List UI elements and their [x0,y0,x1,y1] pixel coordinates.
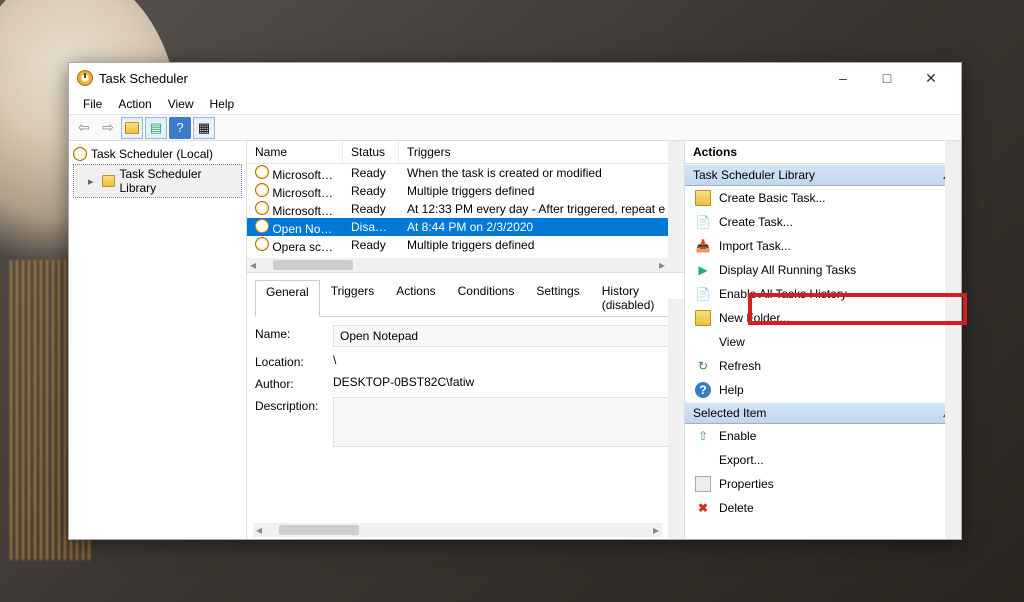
properties-toolbar-button[interactable]: ▦ [193,117,215,139]
action-view[interactable]: View▸ [685,330,961,354]
running-icon: ▶ [695,262,711,278]
menubar: File Action View Help [69,93,961,115]
menu-view[interactable]: View [160,95,202,113]
nav-back-button[interactable]: ⇦ [73,117,95,139]
col-name[interactable]: Name [247,141,343,163]
section-library[interactable]: Task Scheduler Library [685,164,961,186]
app-icon [77,70,93,86]
tab-general[interactable]: General [255,280,320,317]
location-label: Location: [255,353,325,369]
menu-file[interactable]: File [75,95,110,113]
delete-icon: ✖ [695,500,711,516]
action-delete[interactable]: ✖Delete [685,496,961,520]
help-toolbar-button[interactable]: ? [169,117,191,139]
table-row[interactable]: MicrosoftEd... Ready Multiple triggers d… [247,182,684,200]
folder-icon [102,175,116,187]
clock-icon [255,183,269,197]
tab-triggers[interactable]: Triggers [320,279,386,316]
nav-forward-button[interactable]: ⇨ [97,117,119,139]
close-button[interactable]: ✕ [909,64,953,92]
properties-icon [695,476,711,492]
refresh-icon: ↻ [695,358,711,374]
action-enable-history[interactable]: 📄Enable All Tasks History [685,282,961,306]
action-create-basic-task[interactable]: Create Basic Task... [685,186,961,210]
clock-icon [255,165,269,179]
action-new-folder[interactable]: New Folder... [685,306,961,330]
toolbar: ⇦ ⇨ ▤ ? ▦ [69,115,961,141]
blank-icon [695,334,711,350]
author-value: DESKTOP-0BST82C\fatiw [333,375,474,389]
expand-icon[interactable]: ▸ [88,175,98,188]
name-field: Open Notepad [333,325,676,347]
location-value: \ [333,353,336,367]
tab-settings[interactable]: Settings [525,279,590,316]
export-icon [695,452,711,468]
tab-history[interactable]: History (disabled) [591,279,676,316]
table-row-selected[interactable]: Open Notep... Disabled At 8:44 PM on 2/3… [247,218,684,236]
h-scrollbar[interactable]: ◂▸ [253,523,662,537]
table-row[interactable]: MicrosoftEd... Ready At 12:33 PM every d… [247,200,684,218]
action-create-task[interactable]: 📄Create Task... [685,210,961,234]
details-pane: General Triggers Actions Conditions Sett… [247,273,684,539]
author-label: Author: [255,375,325,391]
table-row[interactable]: Microsoft_H... Ready When the task is cr… [247,164,684,182]
action-properties[interactable]: Properties [685,472,961,496]
history-icon: 📄 [695,286,711,302]
actions-pane: Actions Task Scheduler Library Create Ba… [685,141,961,539]
list-header: Name Status Triggers [247,141,684,164]
action-export[interactable]: Export... [685,448,961,472]
tree-root[interactable]: Task Scheduler (Local) [73,145,242,163]
action-help[interactable]: ?Help [685,378,961,402]
description-field [333,397,676,447]
section-selected-item[interactable]: Selected Item [685,402,961,424]
tree-library-label: Task Scheduler Library [119,167,241,195]
action-import-task[interactable]: 📥Import Task... [685,234,961,258]
task-list: Name Status Triggers Microsoft_H... Read… [247,141,684,273]
menu-action[interactable]: Action [110,95,159,113]
v-scrollbar[interactable] [668,299,684,539]
action-refresh[interactable]: ↻Refresh [685,354,961,378]
v-scrollbar[interactable] [668,141,684,272]
task-scheduler-window: Task Scheduler – □ ✕ File Action View He… [68,62,962,540]
table-row[interactable]: Opera sched... Ready Multiple triggers d… [247,236,684,254]
tree-pane: Task Scheduler (Local) ▸ Task Scheduler … [69,141,247,539]
v-scrollbar[interactable] [945,141,961,539]
enable-icon: ⇧ [695,428,711,444]
menu-help[interactable]: Help [202,95,243,113]
actions-header: Actions [685,141,961,164]
clock-icon [255,219,269,233]
maximize-button[interactable]: □ [865,64,909,92]
tree-library[interactable]: ▸ Task Scheduler Library [73,164,242,198]
window-title: Task Scheduler [99,71,821,86]
tree-root-label: Task Scheduler (Local) [91,147,213,161]
help-icon: ? [695,382,711,398]
task-icon [695,190,711,206]
clock-icon [73,147,87,161]
folder-icon [695,310,711,326]
up-button[interactable] [121,117,143,139]
col-status[interactable]: Status [343,141,399,163]
detail-tabs: General Triggers Actions Conditions Sett… [255,279,676,317]
clock-icon [255,201,269,215]
tab-conditions[interactable]: Conditions [447,279,526,316]
tab-actions[interactable]: Actions [385,279,446,316]
action-display-running[interactable]: ▶Display All Running Tasks [685,258,961,282]
import-icon: 📥 [695,238,711,254]
name-label: Name: [255,325,325,341]
minimize-button[interactable]: – [821,64,865,92]
clock-icon [255,237,269,251]
task-icon: 📄 [695,214,711,230]
description-label: Description: [255,397,325,413]
action-enable[interactable]: ⇧Enable [685,424,961,448]
col-triggers[interactable]: Triggers [399,141,684,163]
titlebar: Task Scheduler – □ ✕ [69,63,961,93]
h-scrollbar[interactable]: ◂▸ [247,258,668,272]
show-hide-button[interactable]: ▤ [145,117,167,139]
